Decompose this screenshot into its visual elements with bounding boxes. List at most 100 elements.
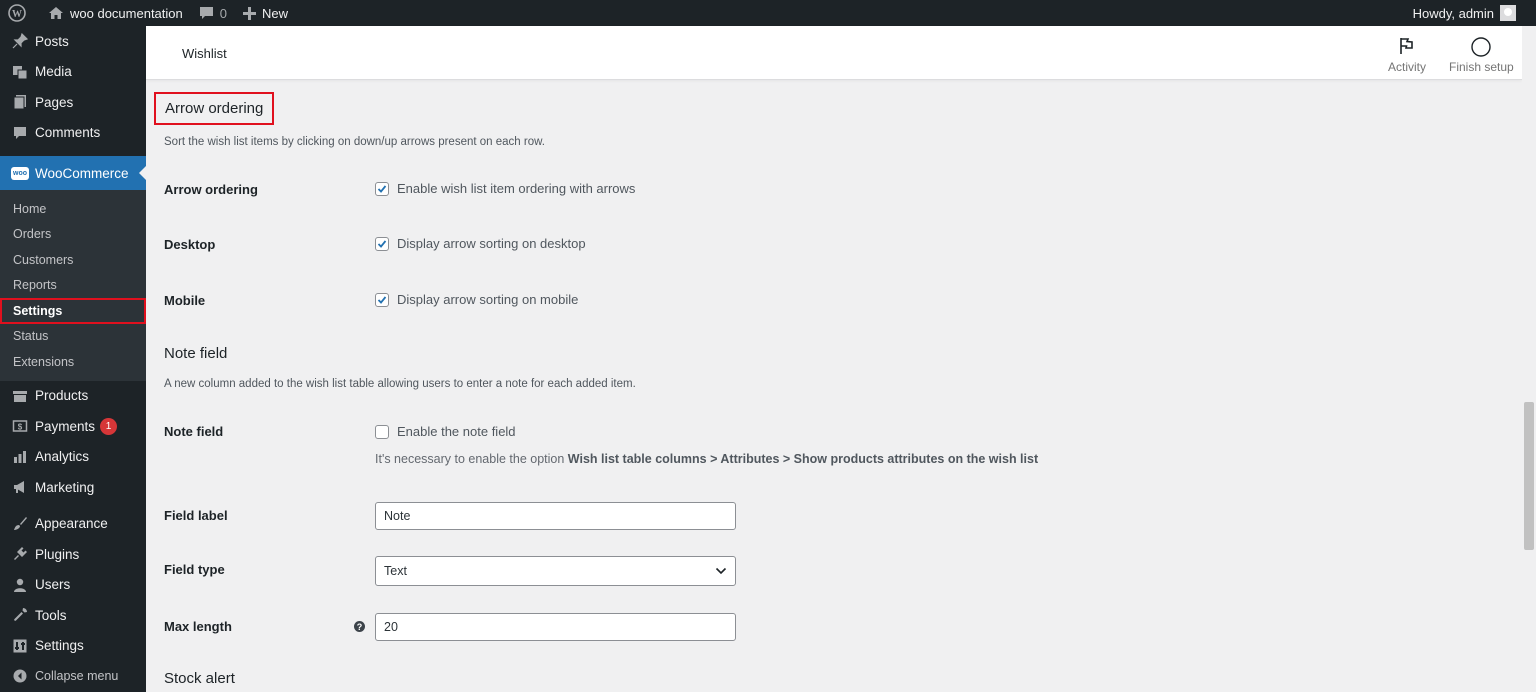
sidebar-item-label: Users — [35, 577, 71, 593]
comment-icon — [10, 123, 30, 143]
archive-icon — [10, 386, 30, 406]
avatar — [1500, 5, 1516, 21]
woocommerce-icon: woo — [10, 163, 30, 183]
submenu-item-status[interactable]: Status — [0, 324, 146, 350]
finish-setup-label: Finish setup — [1449, 60, 1514, 74]
my-account-menu[interactable]: Howdy, admin — [1413, 5, 1536, 21]
sidebar-item-settings[interactable]: Settings — [0, 631, 146, 662]
note-field-checkbox-row[interactable]: Enable the note field — [375, 424, 516, 439]
mobile-checkbox-text: Display arrow sorting on mobile — [397, 292, 579, 307]
comments-link[interactable]: 0 — [191, 0, 235, 26]
stock-alert-heading: Stock alert — [164, 670, 235, 687]
checkmark-icon — [377, 184, 387, 193]
site-name-link[interactable]: woo documentation — [40, 0, 191, 26]
new-content-button[interactable]: New — [235, 0, 296, 26]
note-field-checkbox-text: Enable the note field — [397, 424, 516, 439]
activity-button[interactable]: Activity — [1388, 36, 1426, 74]
woocommerce-submenu: Home Orders Customers Reports Settings S… — [0, 190, 146, 381]
sidebar-item-plugins[interactable]: Plugins — [0, 539, 146, 570]
sidebar-item-label: Payments — [35, 418, 96, 434]
desktop-checkbox[interactable] — [375, 236, 389, 251]
wordpress-logo-button[interactable]: W — [0, 0, 40, 26]
desktop-checkbox-row[interactable]: Display arrow sorting on desktop — [375, 236, 586, 251]
note-field-description: A new column added to the wish list tabl… — [164, 378, 636, 390]
woo-icon-text: woo — [11, 166, 29, 180]
payments-badge: 1 — [100, 417, 118, 435]
plugin-icon — [10, 544, 30, 564]
sidebar-item-appearance[interactable]: Appearance — [0, 509, 146, 540]
mobile-checkbox-row[interactable]: Display arrow sorting on mobile — [375, 292, 578, 307]
new-label: New — [261, 5, 288, 21]
wordpress-icon: W — [8, 4, 26, 22]
sidebar-item-posts[interactable]: Posts — [0, 26, 146, 57]
submenu-item-reports[interactable]: Reports — [0, 273, 146, 299]
sidebar-item-products[interactable]: Products — [0, 381, 146, 412]
woocommerce-header: Wishlist Activity Finish setup — [146, 26, 1522, 80]
collapse-menu-button[interactable]: Collapse menu — [0, 661, 146, 692]
field-label-label: Field label — [164, 508, 228, 523]
help-option-path: Wish list table columns > Attributes > S… — [567, 452, 1039, 466]
help-tip-icon[interactable]: ? — [354, 621, 365, 632]
sidebar-item-label: Comments — [35, 125, 101, 141]
arrow-ordering-description: Sort the wish list items by clicking on … — [164, 136, 545, 148]
page-title: Wishlist — [182, 46, 227, 61]
howdy-text: Howdy, admin — [1412, 5, 1494, 21]
progress-circle-icon — [1449, 36, 1514, 58]
sidebar-item-media[interactable]: Media — [0, 57, 146, 88]
mobile-label: Mobile — [164, 293, 206, 308]
max-length-input[interactable]: 20 — [375, 613, 736, 641]
megaphone-icon — [10, 477, 30, 497]
note-field-label: Note field — [164, 424, 224, 439]
sidebar-item-woocommerce[interactable]: woo WooCommerce — [0, 156, 146, 190]
chevron-down-icon — [715, 564, 727, 578]
submenu-item-customers[interactable]: Customers — [0, 247, 146, 273]
help-prefix: It's necessary to enable the option — [375, 452, 568, 466]
comment-bubble-icon — [199, 6, 214, 20]
sidebar-item-label: Tools — [35, 607, 67, 623]
settings-content: Arrow ordering Sort the wish list items … — [146, 80, 1522, 692]
sidebar-item-comments[interactable]: Comments — [0, 118, 146, 149]
pages-icon — [10, 92, 30, 112]
bar-chart-icon — [10, 447, 30, 467]
wrench-icon — [10, 605, 30, 625]
paintbrush-icon — [10, 514, 30, 534]
sidebar-item-users[interactable]: Users — [0, 570, 146, 601]
submenu-item-extensions[interactable]: Extensions — [0, 349, 146, 375]
sidebar-item-marketing[interactable]: Marketing — [0, 472, 146, 503]
field-type-value: Text — [384, 564, 407, 578]
sidebar-item-payments[interactable]: $ Payments 1 — [0, 411, 146, 442]
admin-sidebar: Posts Media Pages Comments woo WooCommer… — [0, 26, 146, 692]
arrow-ordering-checkbox[interactable] — [375, 181, 389, 196]
field-type-select[interactable]: Text — [375, 556, 736, 586]
max-length-label: Max length — [164, 619, 232, 634]
settings-sliders-icon — [10, 636, 30, 656]
field-label-input[interactable]: Note — [375, 502, 736, 530]
sidebar-item-tools[interactable]: Tools — [0, 600, 146, 631]
arrow-ordering-heading: Arrow ordering — [154, 92, 275, 125]
submenu-item-home[interactable]: Home — [0, 196, 146, 222]
sidebar-item-label: Appearance — [35, 516, 108, 532]
arrow-ordering-checkbox-row[interactable]: Enable wish list item ordering with arro… — [375, 181, 635, 196]
sidebar-item-label: Pages — [35, 94, 74, 110]
note-field-checkbox[interactable] — [375, 424, 389, 439]
sidebar-item-label: Settings — [35, 638, 84, 654]
plus-icon — [242, 6, 256, 20]
sidebar-item-label: Media — [35, 64, 72, 80]
dollar-icon: $ — [10, 416, 30, 436]
page-scrollbar[interactable] — [1522, 26, 1536, 692]
mobile-checkbox[interactable] — [375, 292, 389, 307]
scrollbar-thumb[interactable] — [1524, 402, 1534, 550]
sidebar-item-label: Collapse menu — [35, 669, 119, 684]
media-icon — [10, 62, 30, 82]
desktop-label: Desktop — [164, 237, 216, 252]
finish-setup-button[interactable]: Finish setup — [1449, 36, 1514, 74]
arrow-ordering-label: Arrow ordering — [164, 182, 258, 197]
arrow-ordering-checkbox-text: Enable wish list item ordering with arro… — [397, 181, 636, 196]
submenu-item-orders[interactable]: Orders — [0, 222, 146, 248]
sidebar-item-analytics[interactable]: Analytics — [0, 442, 146, 473]
admin-bar: W woo documentation 0 New Howdy, admin — [0, 0, 1536, 26]
checkmark-icon — [377, 295, 387, 304]
comments-count: 0 — [219, 5, 227, 21]
submenu-item-settings[interactable]: Settings — [0, 298, 146, 324]
sidebar-item-pages[interactable]: Pages — [0, 87, 146, 118]
